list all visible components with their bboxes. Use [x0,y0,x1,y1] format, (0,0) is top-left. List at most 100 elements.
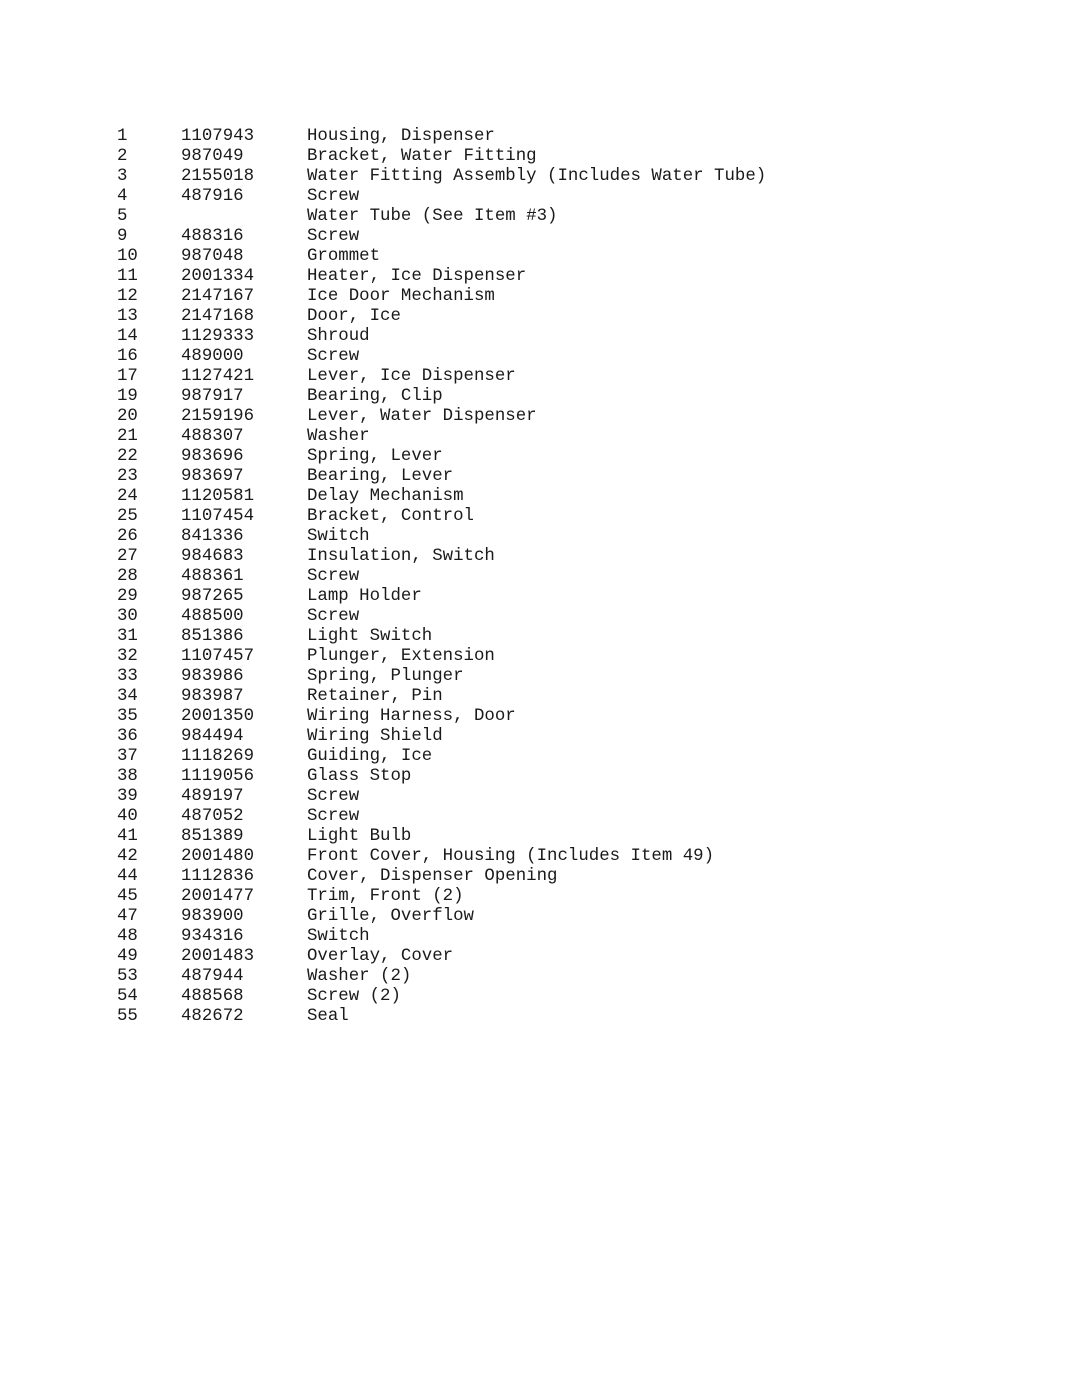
part-description: Screw [307,347,360,366]
item-number: 5 [117,207,128,226]
part-description: Lamp Holder [307,587,422,606]
part-description: Insulation, Switch [307,547,495,566]
item-number: 36 [117,727,138,746]
part-description: Switch [307,527,370,546]
part-description: Seal [307,1007,349,1026]
part-number: 1129333 [181,327,255,346]
part-number: 489197 [181,787,244,806]
part-description: Shroud [307,327,370,346]
part-number: 987265 [181,587,244,606]
part-description: Cover, Dispenser Opening [307,867,558,886]
part-description: Light Switch [307,627,433,646]
part-description: Retainer, Pin [307,687,443,706]
part-description: Door, Ice [307,307,401,326]
item-number: 53 [117,967,138,986]
part-description: Heater, Ice Dispenser [307,267,527,286]
part-description: Screw (2) [307,987,401,1006]
item-number: 39 [117,787,138,806]
part-description: Bracket, Control [307,507,474,526]
item-number: 16 [117,347,138,366]
part-number: 987049 [181,147,244,166]
item-number: 25 [117,507,138,526]
item-number: 24 [117,487,138,506]
part-description: Front Cover, Housing (Includes Item 49) [307,847,715,866]
part-number: 987917 [181,387,244,406]
part-number: 1112836 [181,867,255,886]
part-description: Grommet [307,247,381,266]
item-number: 29 [117,587,138,606]
item-number: 38 [117,767,138,786]
item-number: 28 [117,567,138,586]
part-description: Guiding, Ice [307,747,433,766]
part-number: 983697 [181,467,244,486]
part-number: 482672 [181,1007,244,1026]
part-number: 1127421 [181,367,255,386]
part-description: Bearing, Clip [307,387,443,406]
part-number: 984683 [181,547,244,566]
item-number: 20 [117,407,138,426]
part-number: 841336 [181,527,244,546]
part-description: Bracket, Water Fitting [307,147,537,166]
item-number: 4 [117,187,128,206]
part-number: 1118269 [181,747,255,766]
item-number: 26 [117,527,138,546]
part-description: Grille, Overflow [307,907,474,926]
part-number: 934316 [181,927,244,946]
item-number: 42 [117,847,138,866]
part-number: 2147168 [181,307,255,326]
part-number: 851389 [181,827,244,846]
part-description: Bearing, Lever [307,467,454,486]
item-number: 31 [117,627,138,646]
part-number: 983696 [181,447,244,466]
item-number: 47 [117,907,138,926]
item-number: 30 [117,607,138,626]
part-number: 2147167 [181,287,255,306]
part-number: 2001480 [181,847,255,866]
part-number: 2001483 [181,947,255,966]
part-number: 1107943 [181,127,255,146]
item-number: 37 [117,747,138,766]
part-number: 487916 [181,187,244,206]
item-number: 11 [117,267,138,286]
part-description: Delay Mechanism [307,487,464,506]
part-number: 487052 [181,807,244,826]
item-number: 34 [117,687,138,706]
item-number: 9 [117,227,128,246]
part-description: Wiring Harness, Door [307,707,516,726]
part-number: 983987 [181,687,244,706]
part-description: Screw [307,807,360,826]
item-number: 54 [117,987,138,1006]
item-number: 19 [117,387,138,406]
item-number: 45 [117,887,138,906]
part-description: Spring, Lever [307,447,443,466]
item-number: 27 [117,547,138,566]
part-description: Water Tube (See Item #3) [307,207,558,226]
item-number: 32 [117,647,138,666]
part-description: Switch [307,927,370,946]
part-description: Water Fitting Assembly (Includes Water T… [307,167,767,186]
part-description: Light Bulb [307,827,412,846]
part-description: Screw [307,567,360,586]
part-number: 488500 [181,607,244,626]
part-description: Plunger, Extension [307,647,495,666]
part-number: 983986 [181,667,244,686]
part-description: Wiring Shield [307,727,443,746]
part-number: 2001477 [181,887,255,906]
item-number: 1 [117,127,128,146]
part-description: Screw [307,227,360,246]
item-number: 22 [117,447,138,466]
part-number: 2155018 [181,167,255,186]
item-number: 49 [117,947,138,966]
item-number: 12 [117,287,138,306]
part-description: Washer [307,427,370,446]
item-number: 13 [117,307,138,326]
part-description: Screw [307,187,360,206]
part-number: 2001334 [181,267,255,286]
item-number: 23 [117,467,138,486]
part-description: Trim, Front (2) [307,887,464,906]
part-description: Screw [307,787,360,806]
item-number: 14 [117,327,138,346]
part-description: Ice Door Mechanism [307,287,495,306]
part-number: 487944 [181,967,244,986]
item-number: 44 [117,867,138,886]
